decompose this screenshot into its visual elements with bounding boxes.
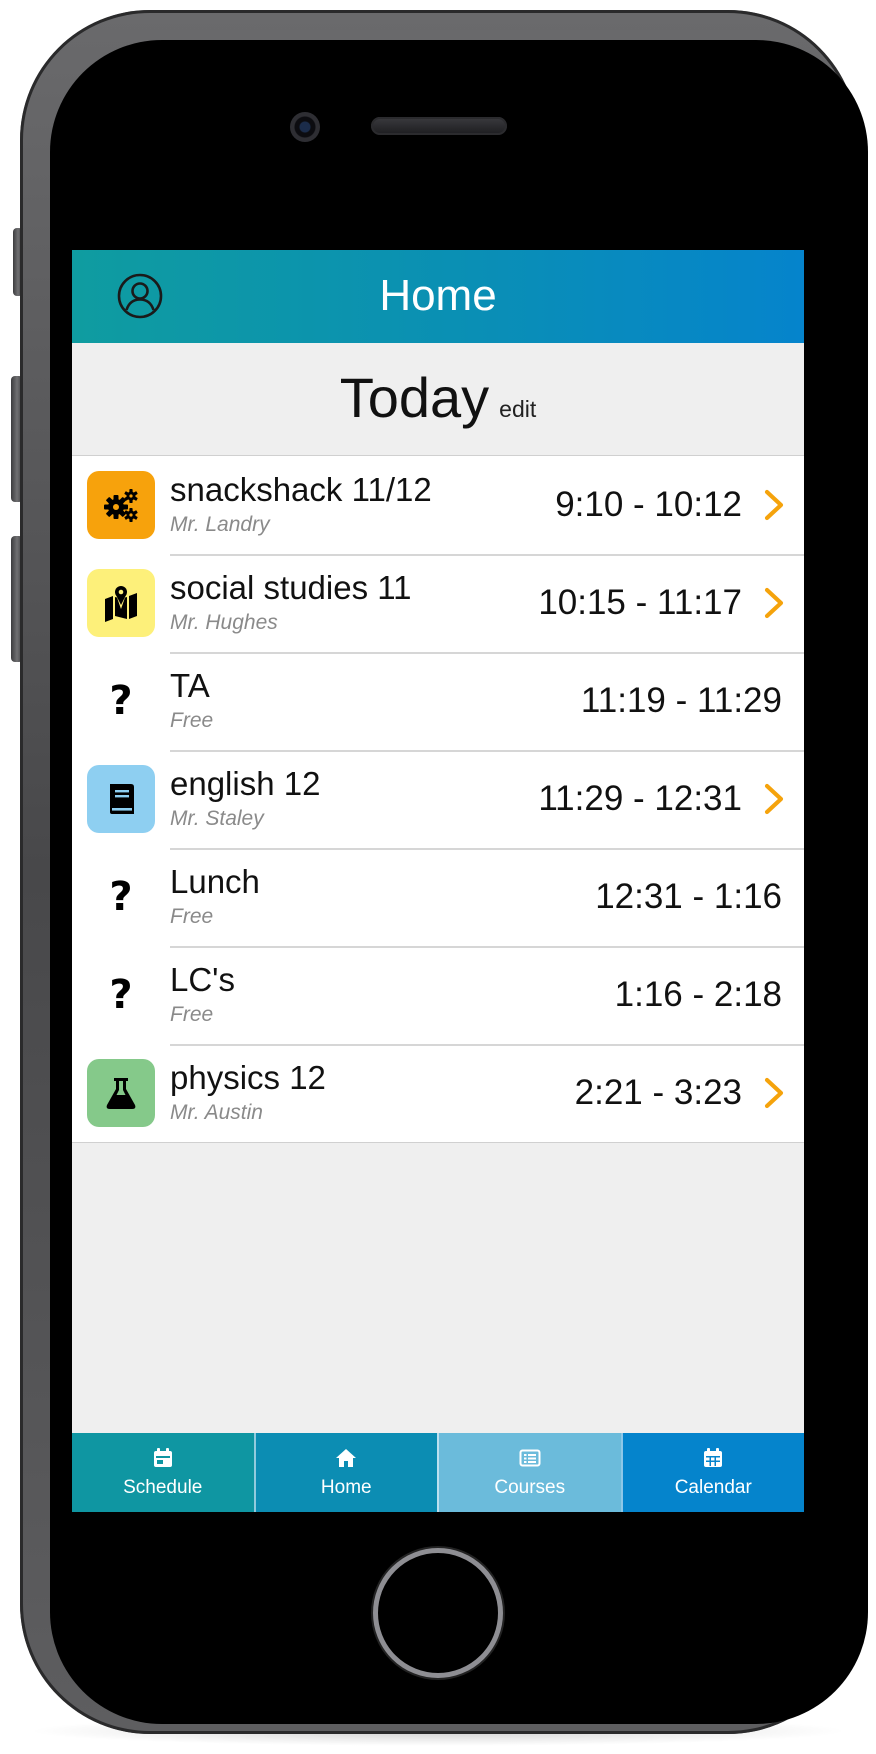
course-time: 10:15 - 11:17	[538, 583, 742, 622]
tab-calendar[interactable]: Calendar	[620, 1433, 804, 1512]
course-teacher: Free	[170, 905, 214, 928]
course-teacher: Free	[170, 1003, 214, 1026]
home-icon	[335, 1447, 357, 1477]
today-title: Today	[339, 366, 490, 429]
schedule-row: ? TA Free 11:19 - 11:29	[72, 652, 804, 750]
flask-icon	[87, 1059, 155, 1127]
earpiece-speaker	[371, 117, 507, 135]
question-icon: ?	[109, 678, 133, 724]
course-name: social studies 11	[170, 569, 412, 606]
calendar-icon	[702, 1447, 724, 1477]
schedule-row[interactable]: social studies 11 Mr. Hughes 10:15 - 11:17	[72, 554, 804, 652]
schedule-row[interactable]: physics 12 Mr. Austin 2:21 - 3:23	[72, 1044, 804, 1142]
tab-label: Courses	[494, 1476, 566, 1498]
course-name: LC's	[170, 961, 235, 998]
course-time: 1:16 - 2:18	[614, 975, 782, 1014]
map-icon	[87, 569, 155, 637]
course-name: physics 12	[170, 1059, 326, 1096]
chevron-right-icon[interactable]	[762, 586, 786, 620]
schedule-row: ? LC's Free 1:16 - 2:18	[72, 946, 804, 1044]
navigation-bar: Home	[72, 250, 804, 343]
tab-label: Calendar	[674, 1476, 752, 1498]
course-name: TA	[170, 667, 210, 704]
course-time: 2:21 - 3:23	[574, 1073, 742, 1112]
course-name: snackshack 11/12	[170, 471, 432, 508]
hardware-home-button[interactable]	[373, 1548, 503, 1678]
edit-button[interactable]: edit	[499, 396, 536, 422]
tab-bar: Schedule Home Courses Calendar	[72, 1433, 804, 1512]
tab-courses[interactable]: Courses	[437, 1433, 621, 1512]
course-time: 11:29 - 12:31	[538, 779, 742, 818]
course-teacher: Mr. Landry	[170, 513, 270, 536]
schedule-row[interactable]: english 12 Mr. Staley 11:29 - 12:31	[72, 750, 804, 848]
course-name: Lunch	[170, 863, 260, 900]
question-icon: ?	[109, 874, 133, 920]
course-teacher: Mr. Staley	[170, 807, 264, 830]
tab-label: Schedule	[123, 1476, 203, 1498]
course-time: 9:10 - 10:12	[555, 485, 742, 524]
chevron-right-icon[interactable]	[762, 1076, 786, 1110]
front-camera	[290, 112, 320, 142]
list-icon	[519, 1447, 541, 1477]
course-teacher: Mr. Austin	[170, 1101, 263, 1124]
course-time: 12:31 - 1:16	[595, 877, 782, 916]
book-icon	[87, 765, 155, 833]
today-header: Today edit	[72, 363, 804, 453]
question-icon: ?	[109, 972, 133, 1018]
course-teacher: Free	[170, 709, 214, 732]
course-name: english 12	[170, 765, 321, 802]
tab-home[interactable]: Home	[253, 1433, 437, 1512]
chevron-right-icon[interactable]	[762, 782, 786, 816]
page-title: Home	[379, 271, 497, 320]
course-time: 11:19 - 11:29	[580, 681, 782, 720]
app-screen: Home Today edit snackshack 11/12 Mr. Landr…	[72, 250, 804, 1512]
chevron-right-icon[interactable]	[762, 488, 786, 522]
gears-icon	[87, 471, 155, 539]
tab-schedule[interactable]: Schedule	[72, 1433, 254, 1512]
calendar-day-icon	[152, 1447, 174, 1477]
course-teacher: Mr. Hughes	[170, 611, 278, 634]
schedule-list: snackshack 11/12 Mr. Landry 9:10 - 10:12 so…	[72, 455, 804, 1143]
schedule-row: ? Lunch Free 12:31 - 1:16	[72, 848, 804, 946]
tab-label: Home	[320, 1476, 372, 1498]
schedule-row[interactable]: snackshack 11/12 Mr. Landry 9:10 - 10:12	[72, 456, 804, 554]
